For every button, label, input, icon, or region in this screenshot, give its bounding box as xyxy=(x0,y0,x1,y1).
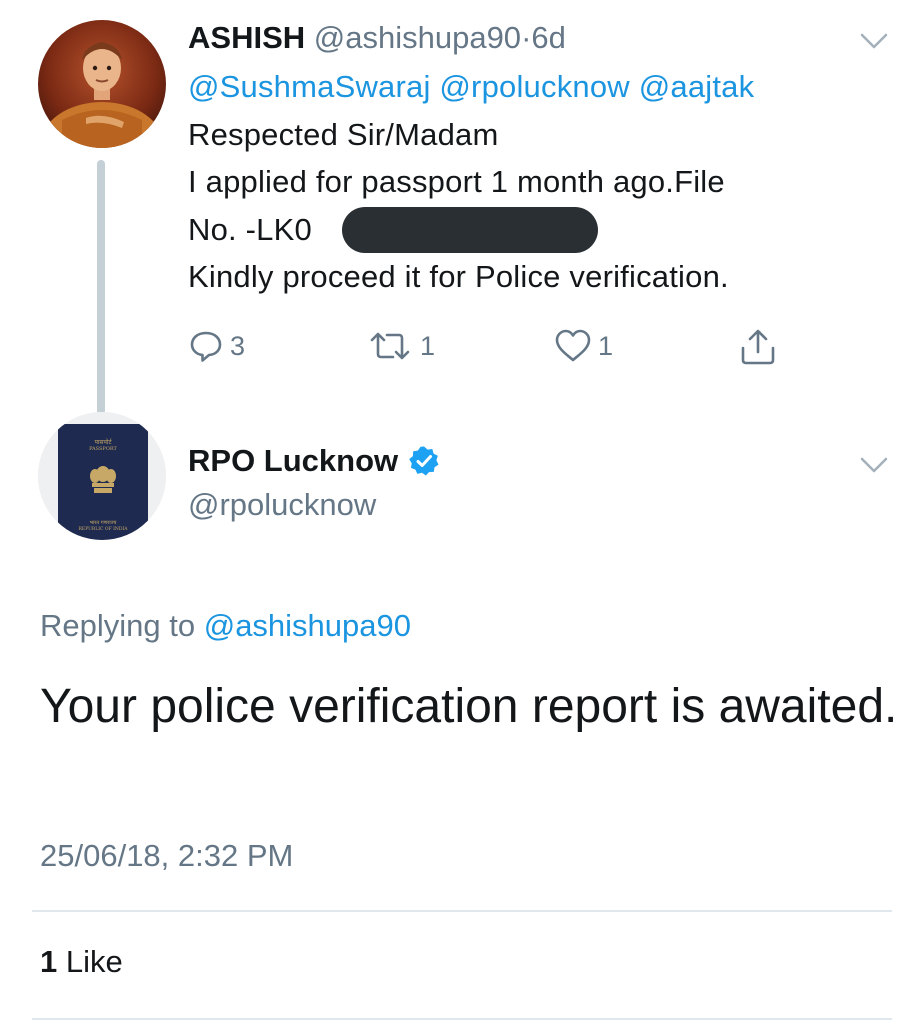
parent-tweet-age[interactable]: 6d xyxy=(531,20,565,55)
retweet-count: 1 xyxy=(420,330,436,361)
mention-sushmaswaraj[interactable]: @SushmaSwaraj xyxy=(188,69,431,104)
like-count: 1 xyxy=(598,330,614,361)
reply-icon xyxy=(190,331,222,362)
tweet-line-applied: I applied for passport 1 month ago.File xyxy=(188,164,725,199)
retweet-icon xyxy=(370,332,410,360)
parent-tweet-header: ASHISH @ashishupa90·6d xyxy=(188,20,566,56)
reply-handle[interactable]: @rpolucknow xyxy=(188,487,376,523)
verified-badge-icon xyxy=(409,446,439,476)
avatar-portrait-image xyxy=(38,20,166,148)
divider-bottom xyxy=(32,1018,892,1020)
share-action[interactable] xyxy=(738,326,778,371)
reply-avatar[interactable]: पासपोर्ट PASSPORT भारत गणराज्य REPUBLIC … xyxy=(38,412,166,540)
divider-top xyxy=(32,910,892,912)
likes-count: 1 xyxy=(40,944,58,979)
heart-icon xyxy=(555,329,591,362)
parent-handle[interactable]: @ashishupa90 xyxy=(314,20,521,55)
passport-image: पासपोर्ट PASSPORT भारत गणराज्य REPUBLIC … xyxy=(38,412,166,540)
mention-aajtak[interactable]: @aajtak xyxy=(639,69,755,104)
tweet-line-greeting: Respected Sir/Madam xyxy=(188,116,499,152)
like-action[interactable]: 1 xyxy=(554,328,613,364)
redaction-bar xyxy=(342,207,598,253)
reply-author-row: RPO Lucknow xyxy=(188,443,440,479)
reply-chevron-down-icon[interactable] xyxy=(860,456,888,474)
reply-timestamp[interactable]: 25/06/18, 2:32 PM xyxy=(40,838,293,874)
parent-tweet-body: @SushmaSwaraj @rpolucknow @aajtak Respec… xyxy=(188,63,908,301)
likes-label: Like xyxy=(65,944,123,979)
replying-to-line: Replying to @ashishupa90 xyxy=(40,608,411,644)
mention-line: @SushmaSwaraj @rpolucknow @aajtak xyxy=(188,63,908,111)
file-number-prefix: No. -LK0 xyxy=(188,211,312,247)
reply-tweet-text: Your police verification report is await… xyxy=(40,680,898,733)
replying-to-label: Replying to xyxy=(40,608,196,643)
thread-connector-line xyxy=(97,160,105,415)
mention-rpolucknow[interactable]: @rpolucknow xyxy=(439,69,629,104)
passport-hindi-country: भारत गणराज्य xyxy=(90,520,117,526)
reply-action[interactable]: 3 xyxy=(188,328,245,364)
replying-to-handle[interactable]: @ashishupa90 xyxy=(204,608,411,643)
reply-display-name[interactable]: RPO Lucknow xyxy=(188,443,398,479)
reply-count: 3 xyxy=(230,330,246,361)
share-icon xyxy=(741,329,775,365)
passport-hindi-label: पासपोर्ट xyxy=(94,438,112,446)
parent-display-name[interactable]: ASHISH xyxy=(188,20,305,55)
header-separator: · xyxy=(521,20,532,55)
passport-english-label: PASSPORT xyxy=(89,446,117,452)
passport-english-country: REPUBLIC OF INDIA xyxy=(79,526,129,532)
parent-avatar[interactable] xyxy=(38,20,166,148)
tweet-line-request: Kindly proceed it for Police verificatio… xyxy=(188,259,729,294)
likes-summary[interactable]: 1 Like xyxy=(40,944,123,980)
chevron-down-icon[interactable] xyxy=(860,32,888,50)
retweet-action[interactable]: 1 xyxy=(366,328,435,364)
